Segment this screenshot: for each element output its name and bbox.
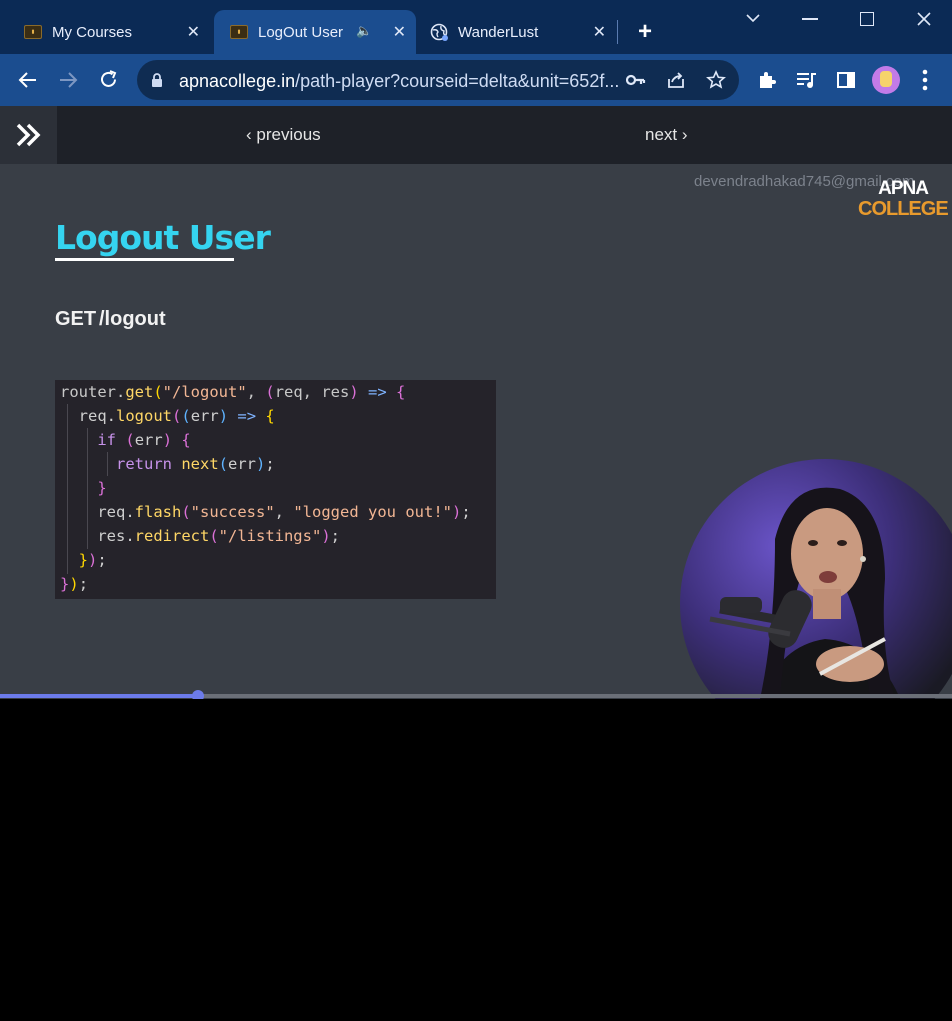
tab-wanderlust[interactable]: WanderLust ✕ — [420, 10, 616, 54]
share-icon[interactable] — [666, 71, 686, 89]
logo-line2: COLLEGE — [858, 198, 949, 220]
college-favicon-icon: ▮ — [24, 25, 42, 39]
url-host: apnacollege.in — [179, 71, 296, 91]
tab-search-chevron-icon[interactable] — [745, 12, 761, 24]
new-tab-icon[interactable]: + — [632, 18, 658, 46]
window-close-icon[interactable] — [917, 12, 931, 26]
code-line: }); — [60, 575, 89, 593]
more-menu-icon[interactable] — [922, 69, 928, 91]
next-button[interactable]: next › — [645, 125, 688, 145]
slide-title: Logout User — [55, 218, 271, 257]
next-label: next — [645, 125, 678, 144]
previous-label: previous — [256, 125, 321, 144]
code-line: res.redirect("/listings"); — [60, 527, 340, 545]
minimize-icon[interactable] — [802, 18, 818, 20]
previous-button[interactable]: ‹ previous — [246, 125, 321, 145]
back-icon[interactable] — [18, 70, 38, 90]
close-icon[interactable]: ✕ — [593, 22, 606, 42]
tab-title: WanderLust — [458, 23, 539, 41]
code-line: req.logout((err) => { — [60, 407, 275, 425]
code-line: return next(err); — [116, 455, 275, 473]
code-line: } — [97, 479, 107, 497]
maximize-icon[interactable] — [860, 12, 874, 26]
code-line: if (err) { — [97, 431, 191, 449]
reload-icon[interactable] — [98, 69, 119, 90]
sidebar-toggle-button[interactable] — [0, 106, 57, 164]
url-text: apnacollege.in/path-player?courseid=delt… — [179, 71, 619, 92]
tab-logout-user[interactable]: ▮ LogOut User 🔈 ✕ — [214, 10, 416, 54]
code-line: req.flash("success", "logged you out!"); — [60, 503, 471, 521]
profile-avatar[interactable] — [872, 66, 900, 94]
http-method: GET — [55, 308, 97, 330]
forward-icon[interactable] — [58, 70, 78, 90]
close-icon[interactable]: ✕ — [393, 22, 406, 42]
code-line: router.get("/logout", (req, res) => { — [60, 383, 406, 401]
seek-bar-progress — [0, 694, 199, 698]
route-path: /logout — [99, 308, 166, 330]
apna-college-logo: APNA COLLEGE — [858, 178, 949, 221]
close-icon[interactable]: ✕ — [187, 22, 200, 42]
logo-line1: APNA — [878, 178, 929, 199]
course-navigation — [0, 106, 952, 164]
double-chevron-right-icon — [16, 123, 40, 147]
address-bar[interactable]: apnacollege.in/path-player?courseid=delt… — [137, 60, 739, 100]
avatar-face-icon — [880, 71, 892, 87]
lock-icon[interactable] — [150, 72, 164, 88]
tab-title: My Courses — [52, 23, 133, 41]
tab-my-courses[interactable]: ▮ My Courses ✕ — [8, 10, 210, 54]
bookmark-star-icon[interactable] — [706, 70, 726, 90]
extensions-puzzle-icon[interactable] — [757, 70, 777, 90]
code-block: router.get("/logout", (req, res) => { re… — [55, 380, 496, 599]
url-path: /path-player?courseid=delta&unit=652f... — [295, 71, 620, 91]
chevron-left-icon: ‹ — [246, 125, 257, 144]
code-line: }); — [78, 551, 107, 569]
tab-title: LogOut User — [258, 23, 344, 41]
title-underline — [55, 258, 234, 261]
media-queue-icon[interactable] — [795, 70, 817, 90]
empty-area — [0, 699, 952, 1021]
key-icon[interactable] — [626, 72, 646, 88]
college-favicon-icon: ▮ — [230, 25, 248, 39]
speaker-icon[interactable]: 🔈 — [356, 23, 372, 39]
tab-separator — [617, 20, 618, 44]
globe-icon — [430, 23, 448, 41]
side-panel-icon[interactable] — [836, 70, 856, 90]
chevron-right-icon: › — [677, 125, 688, 144]
